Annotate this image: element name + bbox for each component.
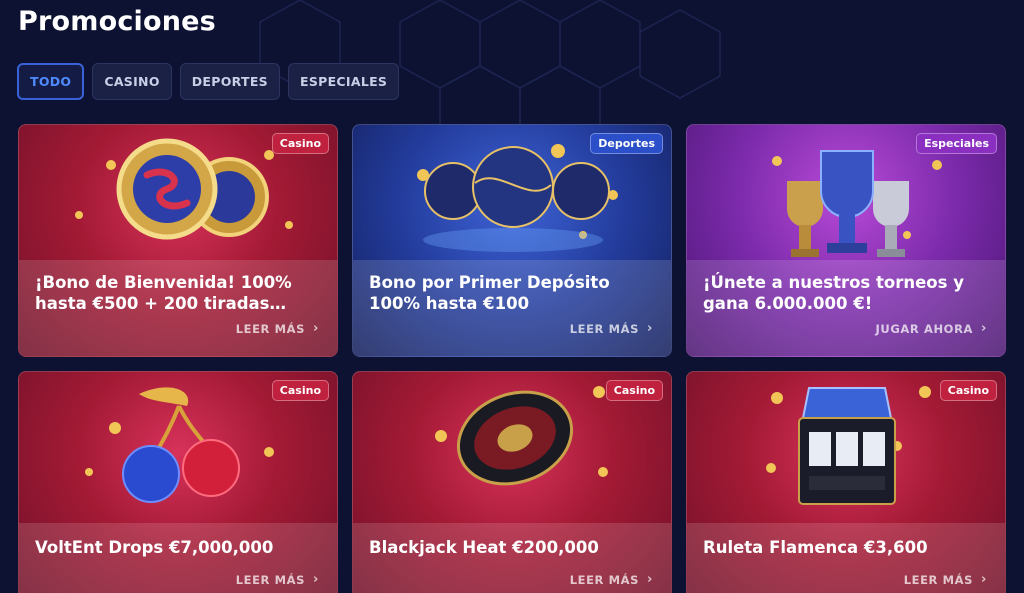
tab-casino[interactable]: CASINO <box>92 63 172 100</box>
chevron-right-icon: › <box>313 572 319 587</box>
category-badge: Casino <box>271 133 329 154</box>
chevron-right-icon: › <box>981 572 987 587</box>
category-badge: Casino <box>271 380 329 401</box>
read-more-link[interactable]: LEER MÁS › <box>570 572 653 587</box>
card-info: Bono por Primer Depósito 100% hasta €100… <box>353 260 671 356</box>
chevron-right-icon: › <box>647 321 653 336</box>
link-label: LEER MÁS <box>235 321 306 336</box>
card-title: Bono por Primer Depósito 100% hasta €100 <box>369 273 610 313</box>
promo-card-welcome-bonus[interactable]: Casino ¡Bono de Bienvenida! 100% hasta €… <box>18 124 338 357</box>
tab-todo[interactable]: TODO <box>17 63 85 100</box>
card-title: Ruleta Flamenca €3,600 <box>703 538 928 557</box>
chevron-right-icon: › <box>647 572 653 587</box>
card-title: ¡Bono de Bienvenida! 100% hasta €500 + 2… <box>35 273 292 313</box>
promo-card-blackjack-heat[interactable]: Casino Blackjack Heat €200,000 LEER MÁS › <box>352 371 672 593</box>
category-badge: Especiales <box>916 133 997 154</box>
promo-card-voltent-drops[interactable]: Casino VoltEnt Drops €7,000,000 LEER MÁS… <box>18 371 338 593</box>
page-title: Promociones <box>18 6 216 37</box>
promo-card-ruleta-flamenca[interactable]: Casino Ruleta Flamenca €3,600 LEER MÁS › <box>686 371 1006 593</box>
card-info: Ruleta Flamenca €3,600 LEER MÁS › <box>687 523 1005 593</box>
tab-deportes[interactable]: DEPORTES <box>179 63 280 100</box>
read-more-link[interactable]: LEER MÁS › <box>236 572 319 587</box>
tab-especiales[interactable]: ESPECIALES <box>287 63 400 100</box>
category-badge: Casino <box>939 380 997 401</box>
read-more-link[interactable]: LEER MÁS › <box>904 572 987 587</box>
category-badge: Casino <box>605 380 663 401</box>
read-more-link[interactable]: LEER MÁS › <box>570 321 653 336</box>
card-info: Blackjack Heat €200,000 LEER MÁS › <box>353 523 671 593</box>
card-info: VoltEnt Drops €7,000,000 LEER MÁS › <box>19 523 337 593</box>
promo-card-first-deposit[interactable]: Deportes Bono por Primer Depósito 100% h… <box>352 124 672 357</box>
link-label: LEER MÁS <box>235 572 306 587</box>
link-label: LEER MÁS <box>903 572 974 587</box>
link-label: JUGAR AHORA <box>875 321 974 336</box>
promo-card-tournaments[interactable]: Especiales ¡Únete a nuestros torneos y g… <box>686 124 1006 357</box>
link-label: LEER MÁS <box>569 572 640 587</box>
category-badge: Deportes <box>590 133 663 154</box>
card-info: ¡Bono de Bienvenida! 100% hasta €500 + 2… <box>19 260 337 356</box>
card-info: ¡Únete a nuestros torneos y gana 6.000.0… <box>687 260 1005 356</box>
card-title: ¡Únete a nuestros torneos y gana 6.000.0… <box>703 273 964 313</box>
read-more-link[interactable]: LEER MÁS › <box>236 321 319 336</box>
filter-tabs: TODO CASINO DEPORTES ESPECIALES <box>17 63 400 100</box>
card-title: Blackjack Heat €200,000 <box>369 538 599 557</box>
play-now-link[interactable]: JUGAR AHORA › <box>876 321 987 336</box>
card-title: VoltEnt Drops €7,000,000 <box>35 538 274 557</box>
chevron-right-icon: › <box>981 321 987 336</box>
chevron-right-icon: › <box>313 321 319 336</box>
link-label: LEER MÁS <box>569 321 640 336</box>
